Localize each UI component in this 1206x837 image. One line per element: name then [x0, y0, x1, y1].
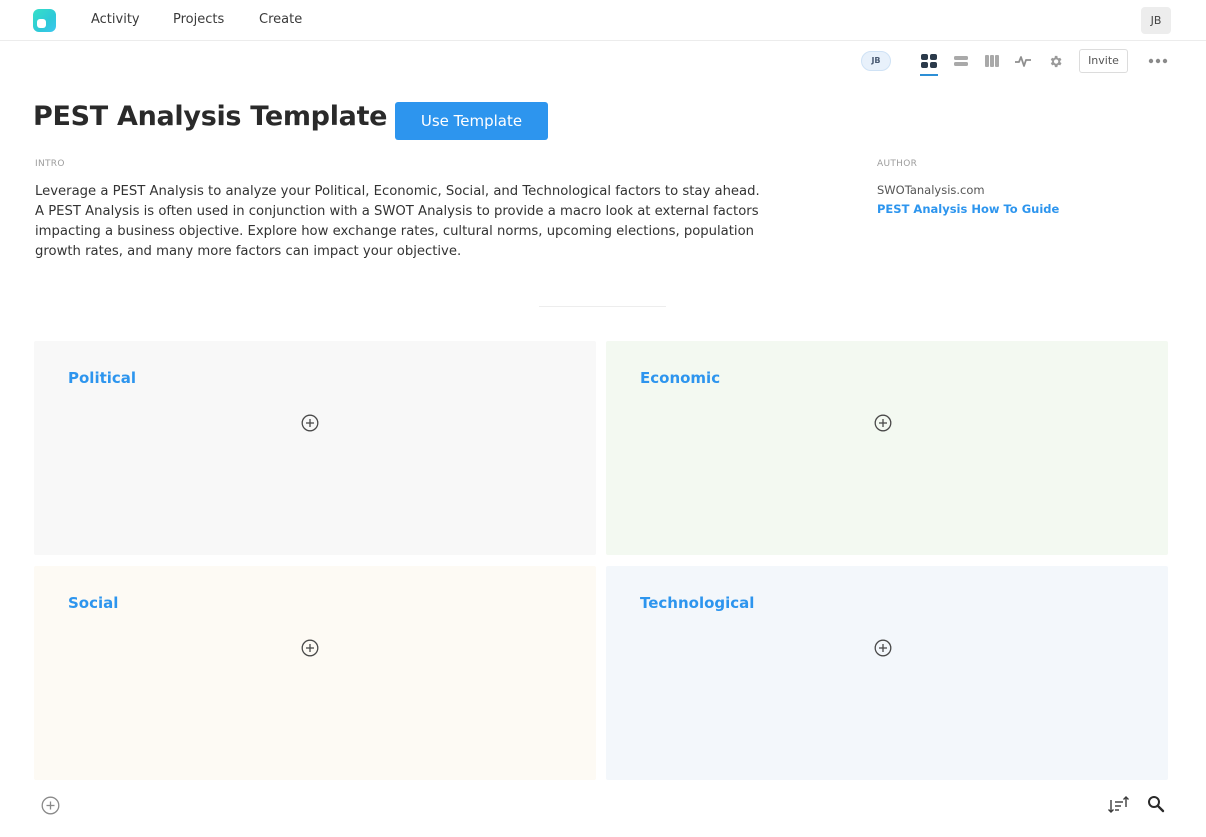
member-avatar[interactable]: JB: [861, 51, 891, 71]
nav-activity[interactable]: Activity: [91, 12, 140, 27]
author-name: SWOTanalysis.com: [877, 183, 985, 197]
active-view-indicator: [920, 74, 938, 76]
search-icon[interactable]: [1147, 795, 1165, 813]
nav-projects[interactable]: Projects: [173, 12, 224, 27]
quadrant-political: Political: [34, 341, 596, 555]
settings-icon[interactable]: [1046, 52, 1064, 70]
quadrant-title: Political: [68, 369, 137, 387]
add-circle-icon[interactable]: [41, 796, 60, 815]
more-dots-icon[interactable]: [1147, 53, 1169, 69]
grid-view-icon[interactable]: [920, 52, 938, 70]
quadrant-economic: Economic: [606, 341, 1168, 555]
columns-view-icon[interactable]: [983, 52, 1001, 70]
page-title: PEST Analysis Template: [33, 101, 388, 132]
sort-icon[interactable]: [1108, 795, 1130, 815]
quadrant-title: Economic: [640, 369, 721, 387]
add-card-icon[interactable]: [301, 414, 319, 432]
user-avatar[interactable]: JB: [1141, 7, 1171, 34]
author-label: AUTHOR: [877, 159, 918, 169]
logo-dot: [37, 19, 46, 28]
add-card-icon[interactable]: [874, 639, 892, 657]
top-nav: Activity Projects Create JB: [0, 0, 1206, 41]
use-template-button[interactable]: Use Template: [395, 102, 548, 140]
add-card-icon[interactable]: [301, 639, 319, 657]
app-logo-icon[interactable]: [33, 9, 56, 32]
quadrant-title: Social: [68, 594, 119, 612]
divider: [539, 306, 666, 307]
intro-label: INTRO: [35, 159, 65, 169]
quadrant-technological: Technological: [606, 566, 1168, 780]
invite-button[interactable]: Invite: [1079, 49, 1128, 73]
quadrant-title: Technological: [640, 594, 755, 612]
how-to-guide-link[interactable]: PEST Analysis How To Guide: [877, 202, 1059, 216]
nav-create[interactable]: Create: [259, 12, 302, 27]
list-view-icon[interactable]: [952, 52, 970, 70]
add-card-icon[interactable]: [874, 414, 892, 432]
activity-icon[interactable]: [1014, 52, 1032, 70]
intro-text: Leverage a PEST Analysis to analyze your…: [35, 184, 760, 259]
quadrant-social: Social: [34, 566, 596, 780]
